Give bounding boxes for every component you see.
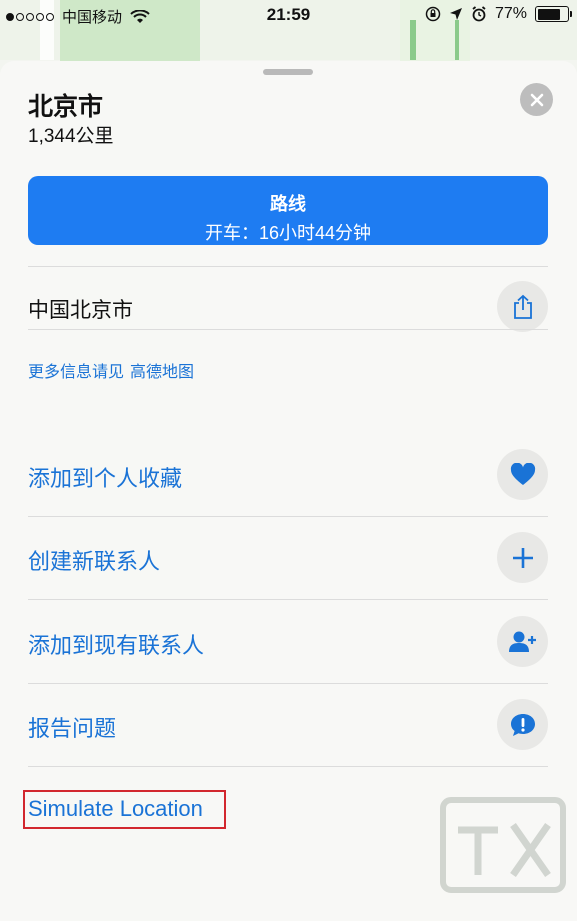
- share-icon: [513, 294, 532, 319]
- add-person-icon: [508, 631, 536, 652]
- report-problem-link[interactable]: 报告问题: [28, 711, 116, 743]
- place-distance: 1,344公里: [28, 126, 114, 147]
- divider: [28, 683, 548, 684]
- battery-nub: [569, 11, 572, 17]
- more-info-prefix: 更多信息请见: [28, 364, 125, 381]
- directions-subtitle: 开车：16小时44分钟: [204, 223, 372, 243]
- plus-icon: [512, 547, 533, 568]
- more-info-line: 更多信息请见 高德地图: [28, 358, 194, 382]
- divider: [28, 599, 548, 600]
- divider: [28, 266, 548, 267]
- battery-fill: [537, 8, 560, 20]
- watermark-logo: [440, 797, 566, 893]
- place-title: 北京市: [28, 93, 104, 121]
- divider: [28, 329, 548, 330]
- simulate-location-link[interactable]: Simulate Location: [28, 796, 203, 822]
- divider: [28, 516, 548, 517]
- battery-percent: 77%: [494, 5, 527, 22]
- add-to-favorites-button[interactable]: [497, 449, 548, 500]
- report-problem-button[interactable]: [497, 699, 548, 750]
- heart-icon: [510, 462, 535, 485]
- address-text: 中国北京市: [28, 299, 133, 322]
- add-to-existing-contact-button[interactable]: [497, 616, 548, 667]
- status-bar: 中国移动 21:59 77%: [0, 0, 577, 30]
- status-right: 77%: [425, 5, 572, 23]
- directions-button[interactable]: 路线 开车：16小时44分钟: [28, 176, 548, 245]
- share-button[interactable]: [497, 281, 548, 332]
- card-grabber-handle[interactable]: [263, 69, 313, 75]
- create-new-contact-link[interactable]: 创建新联系人: [28, 544, 160, 576]
- more-info-provider-link[interactable]: 高德地图: [130, 358, 194, 382]
- add-to-existing-contact-link[interactable]: 添加到现有联系人: [28, 628, 204, 660]
- create-new-contact-button[interactable]: [497, 532, 548, 583]
- orientation-lock-icon: [425, 6, 441, 22]
- battery-icon: [535, 6, 572, 22]
- divider: [28, 766, 548, 767]
- close-button[interactable]: [520, 83, 553, 116]
- location-arrow-icon: [449, 8, 462, 20]
- add-to-favorites-link[interactable]: 添加到个人收藏: [28, 461, 182, 493]
- close-icon: [530, 93, 543, 106]
- exclamation-bubble-icon: [510, 713, 535, 736]
- alarm-icon: [472, 6, 486, 22]
- directions-title: 路线: [270, 194, 306, 214]
